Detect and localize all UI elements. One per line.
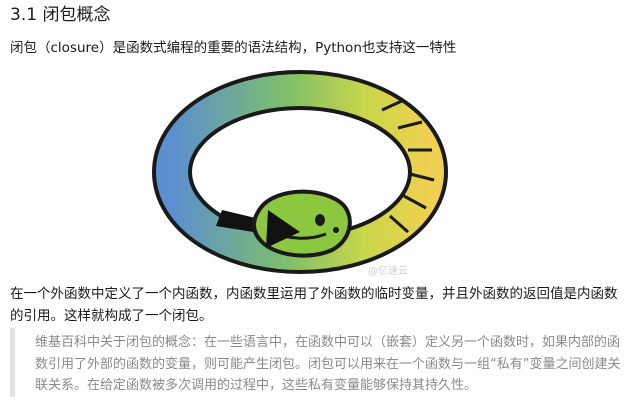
quote-block: 维基百科中关于闭包的概念：在一些语言中，在函数中可以（嵌套）定义另一个函数时，如…	[10, 328, 622, 397]
quote-text: 维基百科中关于闭包的概念：在一些语言中，在函数中可以（嵌套）定义另一个函数时，如…	[35, 335, 621, 393]
section-heading: 3.1 闭包概念	[10, 5, 111, 25]
snake-eye	[315, 214, 325, 226]
body-paragraph: 在一个外函数中定义了一个内函数，内函数里运用了外函数的临时变量，并且外函数的返回…	[10, 286, 618, 324]
watermark-text: @亿速云	[368, 266, 408, 277]
intro-paragraph: 闭包（closure）是函数式编程的重要的语法结构，Python也支持这一特性	[10, 40, 457, 56]
snake-nostril	[333, 227, 339, 233]
ouroboros-snake-icon	[152, 70, 448, 274]
